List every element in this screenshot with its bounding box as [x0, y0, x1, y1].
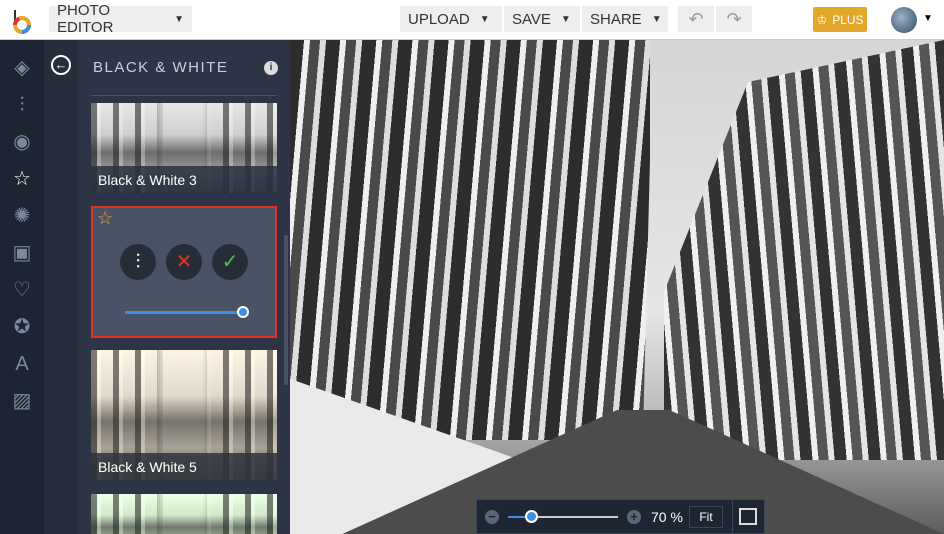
- badge-shape-icon[interactable]: ✪: [10, 315, 34, 339]
- adjust-sliders-icon[interactable]: ⫶: [10, 93, 34, 117]
- divider: [91, 95, 277, 96]
- frame-icon[interactable]: ▣: [10, 241, 34, 265]
- text-icon[interactable]: A: [10, 352, 34, 376]
- layers-icon[interactable]: ◈: [10, 56, 34, 80]
- zoom-out-button[interactable]: −: [485, 510, 499, 524]
- back-column: ←: [44, 40, 78, 534]
- effect-thumbnail[interactable]: [91, 494, 277, 534]
- settings-sliders-button[interactable]: ⫶: [120, 244, 156, 280]
- zoom-controls: − + 70 % Fit: [476, 499, 765, 534]
- caret-down-icon: ▼: [479, 13, 490, 25]
- zoom-level: 70 %: [651, 509, 683, 525]
- favorite-star-icon[interactable]: ☆: [97, 208, 113, 229]
- caret-down-icon: ▼: [560, 13, 571, 25]
- back-arrow-icon[interactable]: ←: [51, 55, 71, 75]
- account-caret-icon[interactable]: ▼: [923, 13, 933, 24]
- cancel-button[interactable]: ✕: [166, 244, 202, 280]
- top-bar: PHOTO EDITOR ▼ UPLOAD ▼ SAVE ▼ SHARE ▼ ↶ ↷ ♔…: [0, 0, 944, 40]
- plus-badge-icon: ♔: [816, 12, 828, 27]
- upload-button[interactable]: UPLOAD ▼: [400, 6, 502, 32]
- apply-button[interactable]: ✓: [212, 244, 248, 280]
- avatar[interactable]: [891, 7, 917, 33]
- plus-button[interactable]: ♔ PLUS: [813, 7, 867, 32]
- zoom-slider-handle[interactable]: [525, 510, 538, 523]
- save-button[interactable]: SAVE ▼: [504, 6, 580, 32]
- redo-icon[interactable]: ↷: [716, 6, 752, 32]
- star-effects-icon[interactable]: ☆: [10, 167, 34, 191]
- tool-rail: ◈ ⫶ ◉ ☆ ✺ ▣ ♡ ✪ A ▨: [0, 40, 44, 534]
- fit-button[interactable]: Fit: [689, 506, 723, 528]
- effect-thumbnail-selected[interactable]: ☆ ⫶ ✕ ✓: [91, 206, 277, 338]
- share-button[interactable]: SHARE ▼: [582, 6, 668, 32]
- befunky-logo[interactable]: [12, 8, 32, 34]
- panel-title: BLACK & WHITE: [93, 59, 229, 76]
- texture-icon[interactable]: ▨: [10, 389, 34, 413]
- caret-down-icon: ▼: [651, 13, 662, 25]
- intensity-slider[interactable]: [125, 311, 243, 314]
- fullscreen-icon[interactable]: [739, 508, 757, 525]
- effect-thumbnail[interactable]: Black & White 5: [91, 350, 277, 480]
- artsy-icon[interactable]: ✺: [10, 204, 34, 228]
- eye-icon[interactable]: ◉: [10, 130, 34, 154]
- intensity-slider-handle[interactable]: [237, 306, 249, 318]
- zoom-in-button[interactable]: +: [627, 510, 641, 524]
- effects-panel: BLACK & WHITE i Black & White 3 ☆ ⫶ ✕ ✓ …: [78, 40, 290, 534]
- photo-canvas[interactable]: [290, 40, 944, 534]
- caret-down-icon: ▼: [174, 13, 184, 25]
- undo-icon[interactable]: ↶: [678, 6, 714, 32]
- heart-icon[interactable]: ♡: [10, 278, 34, 302]
- panel-scrollbar[interactable]: [284, 235, 288, 385]
- info-icon[interactable]: i: [264, 61, 278, 75]
- effect-thumbnail[interactable]: Black & White 3: [91, 103, 277, 193]
- photo-editor-menu[interactable]: PHOTO EDITOR ▼: [49, 2, 192, 36]
